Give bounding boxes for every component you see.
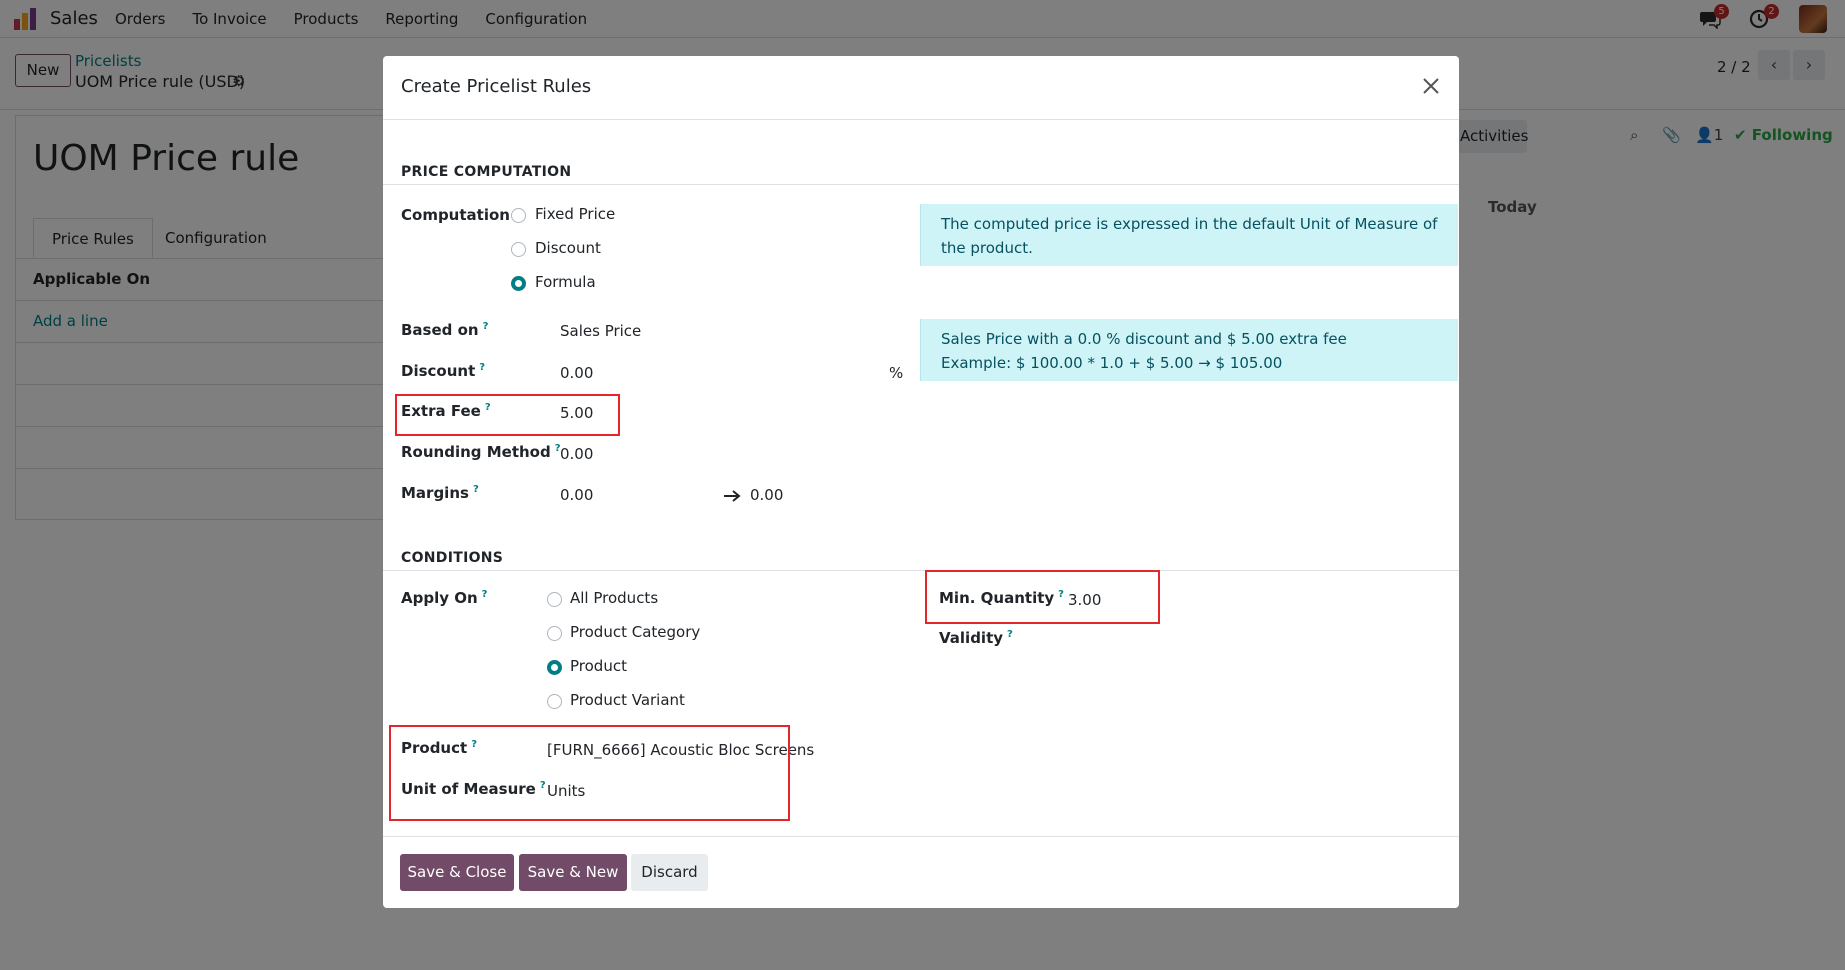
radio-product-category-label[interactable]: Product Category [570, 623, 700, 641]
radio-all-products-label[interactable]: All Products [570, 589, 658, 607]
highlight-box-min-quantity [925, 570, 1160, 624]
radio-all-products[interactable] [547, 592, 562, 607]
radio-fixed-price-label[interactable]: Fixed Price [535, 205, 615, 223]
section-divider [383, 184, 1459, 185]
apply-on-label: Apply On? [401, 589, 488, 607]
radio-product-variant[interactable] [547, 694, 562, 709]
formula-description: Sales Price with a 0.0 % discount and $ … [941, 330, 1347, 348]
formula-info-alert: Sales Price with a 0.0 % discount and $ … [920, 319, 1458, 381]
section-price-computation: PRICE COMPUTATION [401, 164, 572, 180]
max-margin-field[interactable]: 0.00 [750, 486, 783, 504]
percent-sign: % [889, 364, 904, 382]
save-close-button[interactable]: Save & Close [400, 854, 514, 891]
radio-product[interactable] [547, 660, 562, 675]
radio-formula[interactable] [511, 276, 526, 291]
rounding-method-label: Rounding Method? [401, 443, 561, 461]
dialog-title: Create Pricelist Rules [401, 76, 592, 97]
formula-example: Example: $ 100.00 * 1.0 + $ 5.00 → $ 105… [941, 354, 1283, 372]
based-on-label: Based on? [401, 321, 489, 339]
create-pricelist-rules-dialog: Create Pricelist Rules PRICE COMPUTATION… [383, 56, 1459, 908]
computation-label: Computation [401, 206, 510, 224]
highlight-box-product [389, 725, 790, 821]
section-divider [383, 570, 1459, 571]
section-conditions: CONDITIONS [401, 550, 504, 566]
radio-product-variant-label[interactable]: Product Variant [570, 691, 685, 709]
arrow-right-icon [724, 490, 741, 502]
rounding-method-field[interactable]: 0.00 [560, 445, 593, 463]
dialog-header: Create Pricelist Rules [383, 56, 1459, 120]
radio-discount-label[interactable]: Discount [535, 239, 601, 257]
highlight-box-extra-fee [395, 394, 620, 436]
radio-fixed-price[interactable] [511, 208, 526, 223]
radio-product-category[interactable] [547, 626, 562, 641]
min-margin-field[interactable]: 0.00 [560, 486, 593, 504]
radio-formula-label[interactable]: Formula [535, 273, 596, 291]
margins-label: Margins? [401, 484, 479, 502]
validity-label: Validity? [939, 629, 1013, 647]
save-new-button[interactable]: Save & New [519, 854, 627, 891]
discount-label: Discount? [401, 362, 486, 380]
uom-info-alert: The computed price is expressed in the d… [920, 204, 1458, 266]
close-icon[interactable] [1417, 72, 1445, 100]
radio-discount[interactable] [511, 242, 526, 257]
discard-button[interactable]: Discard [631, 854, 708, 891]
based-on-field[interactable]: Sales Price [560, 322, 641, 340]
discount-field[interactable]: 0.00 [560, 364, 593, 382]
radio-product-label[interactable]: Product [570, 657, 627, 675]
